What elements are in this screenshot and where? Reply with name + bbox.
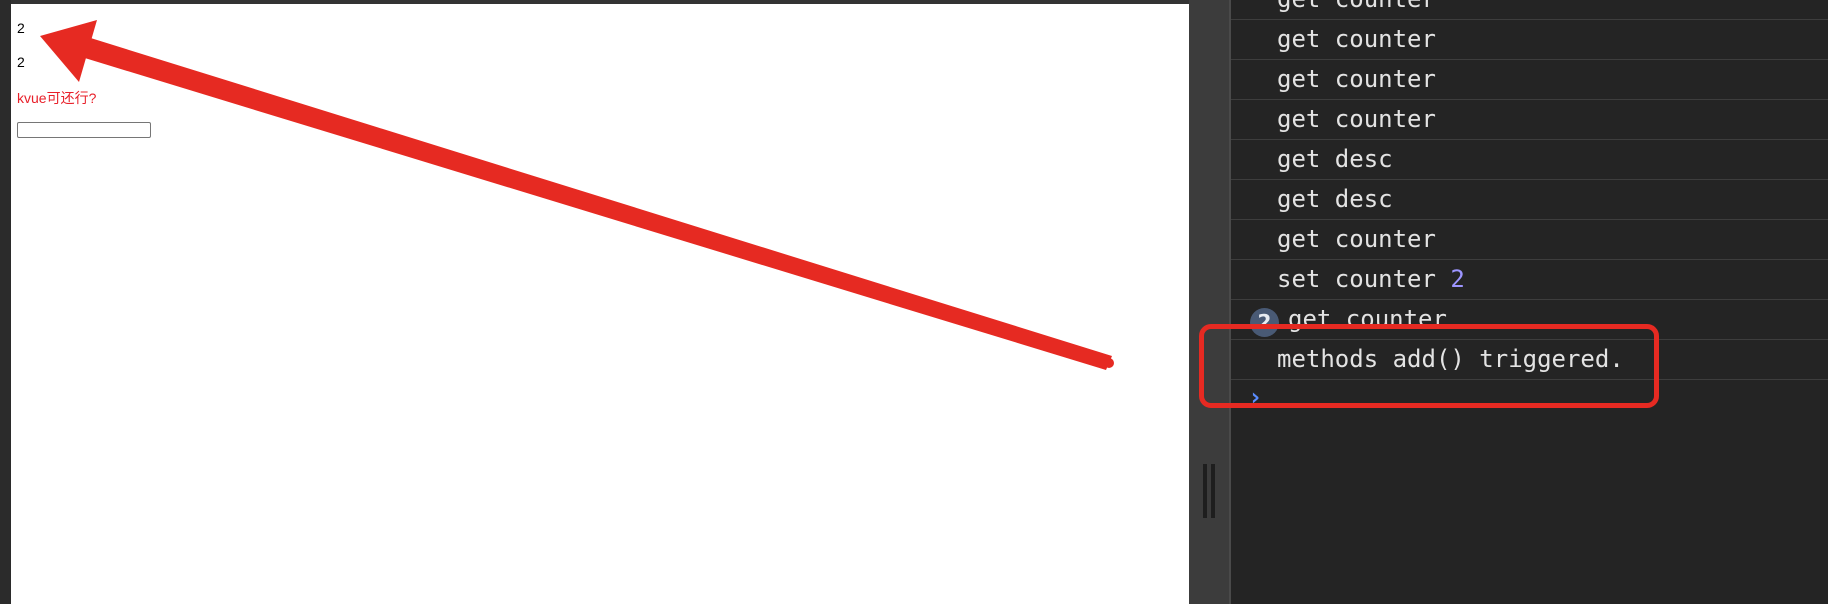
annotation-arrow xyxy=(40,20,1114,370)
annotation-arrow-tail xyxy=(1104,358,1114,368)
annotation-arrow-shaft xyxy=(75,35,1112,370)
